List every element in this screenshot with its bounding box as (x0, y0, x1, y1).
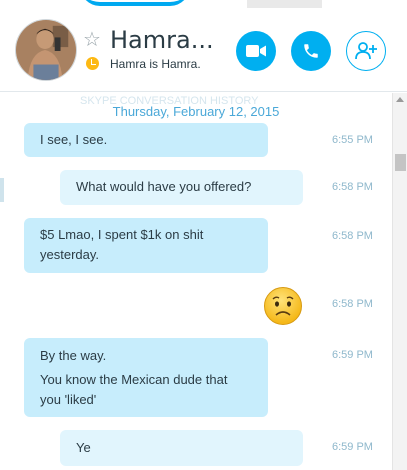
video-call-button[interactable] (236, 31, 276, 71)
top-tab[interactable] (247, 0, 322, 8)
message-timestamp: 6:59 PM (332, 441, 373, 453)
contact-name[interactable]: Hamra... (110, 26, 214, 54)
message-text: You know the Mexican dude that (40, 372, 228, 387)
message-timestamp: 6:59 PM (332, 349, 373, 361)
message-timestamp: 6:55 PM (332, 134, 373, 146)
message-text: $5 Lmao, I spent $1k on shit (40, 227, 204, 242)
message-bubble[interactable]: What would have you offered? (60, 170, 303, 205)
away-clock-icon (86, 57, 99, 70)
scrollbar-thumb[interactable] (395, 154, 406, 171)
message-text: I see, I see. (40, 132, 108, 147)
message-text: you 'liked' (40, 392, 97, 407)
favorite-star-icon[interactable]: ☆ (83, 30, 101, 50)
conversation-area[interactable]: SKYPE CONVERSATION HISTORY Thursday, Feb… (0, 93, 392, 470)
video-camera-icon (246, 45, 266, 57)
skype-logo-arc (80, 0, 190, 6)
add-people-button[interactable] (346, 31, 386, 71)
message-bubble[interactable]: I see, I see. (24, 123, 268, 157)
message-timestamp: 6:58 PM (332, 230, 373, 242)
left-edge-marker (0, 178, 4, 202)
audio-call-button[interactable] (291, 31, 331, 71)
contact-avatar[interactable] (15, 19, 77, 81)
phone-icon (304, 44, 318, 58)
conversation-header: ☆ Hamra... Hamra is Hamra. (0, 8, 407, 92)
message-bubble[interactable]: $5 Lmao, I spent $1k on shit yesterday. (24, 218, 268, 273)
message-text: yesterday. (40, 247, 100, 262)
message-text: By the way. (40, 348, 107, 363)
window-top-strip (0, 0, 407, 8)
message-bubble[interactable]: By the way. You know the Mexican dude th… (24, 338, 268, 417)
message-text: What would have you offered? (76, 179, 252, 194)
worried-face-emoticon (264, 287, 302, 325)
message-bubble[interactable]: Ye (60, 430, 303, 466)
add-person-icon (355, 42, 377, 60)
message-text: Ye (76, 440, 91, 455)
date-divider: Thursday, February 12, 2015 (112, 104, 280, 119)
mood-message: Hamra is Hamra. (110, 57, 201, 71)
message-timestamp: 6:58 PM (332, 298, 373, 310)
conversation-scrollbar[interactable] (392, 93, 407, 470)
scroll-up-arrow-icon[interactable] (396, 97, 404, 102)
message-timestamp: 6:58 PM (332, 181, 373, 193)
